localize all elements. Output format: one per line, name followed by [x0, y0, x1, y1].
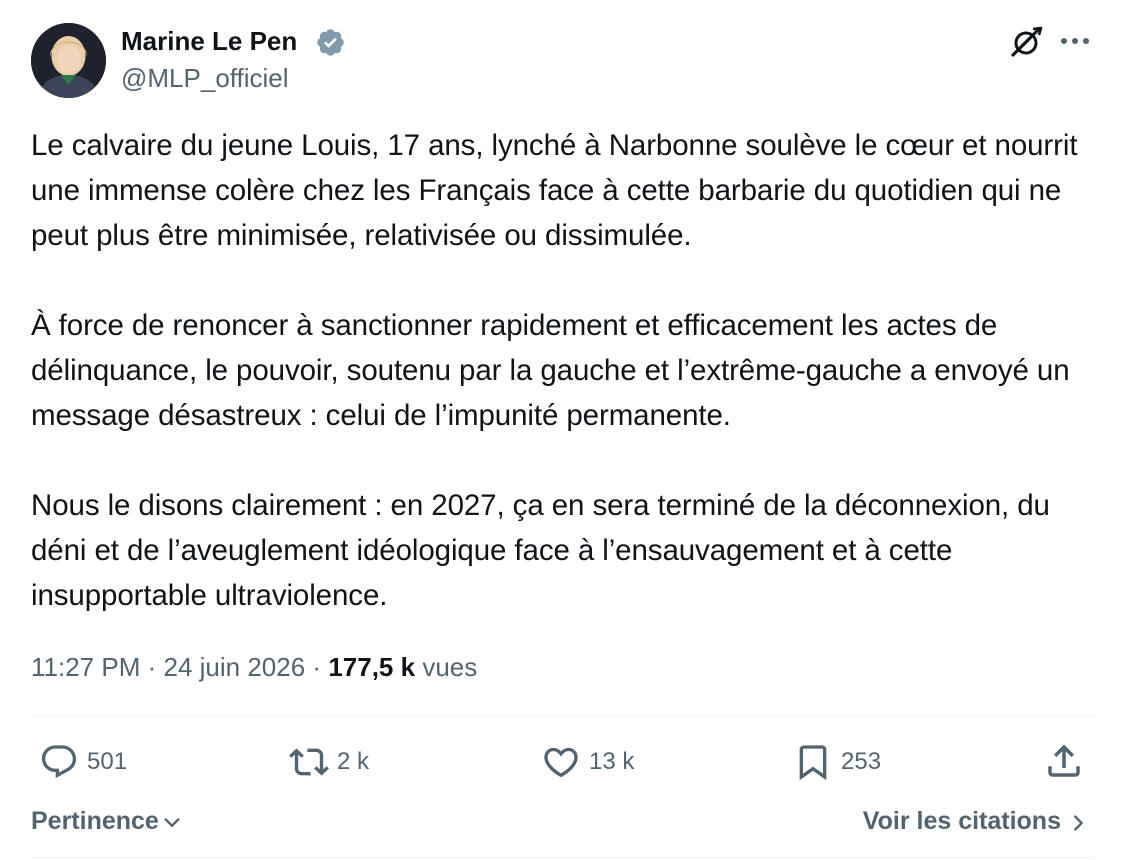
repost-icon: [289, 748, 329, 776]
tweet-time[interactable]: 11:27 PM: [31, 652, 140, 682]
meta-separator: ·: [147, 652, 157, 682]
heart-icon: [544, 747, 578, 778]
repost-count: 2 k: [337, 748, 370, 775]
quotes-label: Voir les citations: [862, 807, 1061, 835]
views-count: 177,5 k: [328, 652, 416, 682]
avatar[interactable]: [31, 23, 106, 98]
share-icon[interactable]: [1043, 740, 1085, 782]
sort-dropdown[interactable]: Pertinence: [31, 805, 183, 837]
verified-badge-icon: [317, 29, 344, 56]
meta-separator: ·: [312, 652, 322, 682]
avatar-image: [31, 23, 106, 98]
tweet-text: Le calvaire du jeune Louis, 17 ans, lync…: [31, 123, 1111, 618]
view-quotes-link[interactable]: Voir les citations: [863, 805, 1089, 837]
tweet-paragraph: À force de renoncer à sanctionner rapide…: [31, 309, 1070, 432]
divider: [31, 857, 1093, 858]
like-count: 13 k: [589, 748, 635, 775]
reply-count: 501: [87, 748, 128, 775]
tweet-paragraph: Nous le disons clairement : en 2027, ça …: [31, 489, 1050, 612]
tweet-meta: 11:27 PM · 24 juin 2026 · 177,5 k vues: [31, 651, 477, 683]
bookmark-icon: [799, 745, 827, 781]
author-handle[interactable]: @MLP_officiel: [121, 62, 289, 94]
divider: [31, 715, 1093, 716]
bookmark-count: 253: [841, 748, 882, 775]
tweet-detail: Marine Le Pen @MLP_officiel Le calvaire …: [0, 0, 1123, 860]
like-button[interactable]: 13 k: [541, 740, 634, 784]
tweet-paragraph: Le calvaire du jeune Louis, 17 ans, lync…: [31, 129, 1078, 252]
views-label: vues: [422, 652, 478, 682]
bookmark-button[interactable]: 253: [793, 740, 881, 784]
more-icon[interactable]: [1059, 28, 1091, 54]
reply-button[interactable]: 501: [39, 740, 127, 784]
tweet-date[interactable]: 24 juin 2026: [164, 652, 306, 682]
chevron-right-icon: [1074, 814, 1083, 831]
grok-icon[interactable]: [1008, 24, 1044, 60]
author-name[interactable]: Marine Le Pen: [121, 25, 297, 57]
sort-label: Pertinence: [31, 807, 159, 835]
chevron-down-icon: [164, 818, 180, 827]
reply-icon: [41, 745, 77, 779]
repost-button[interactable]: 2 k: [289, 740, 369, 784]
